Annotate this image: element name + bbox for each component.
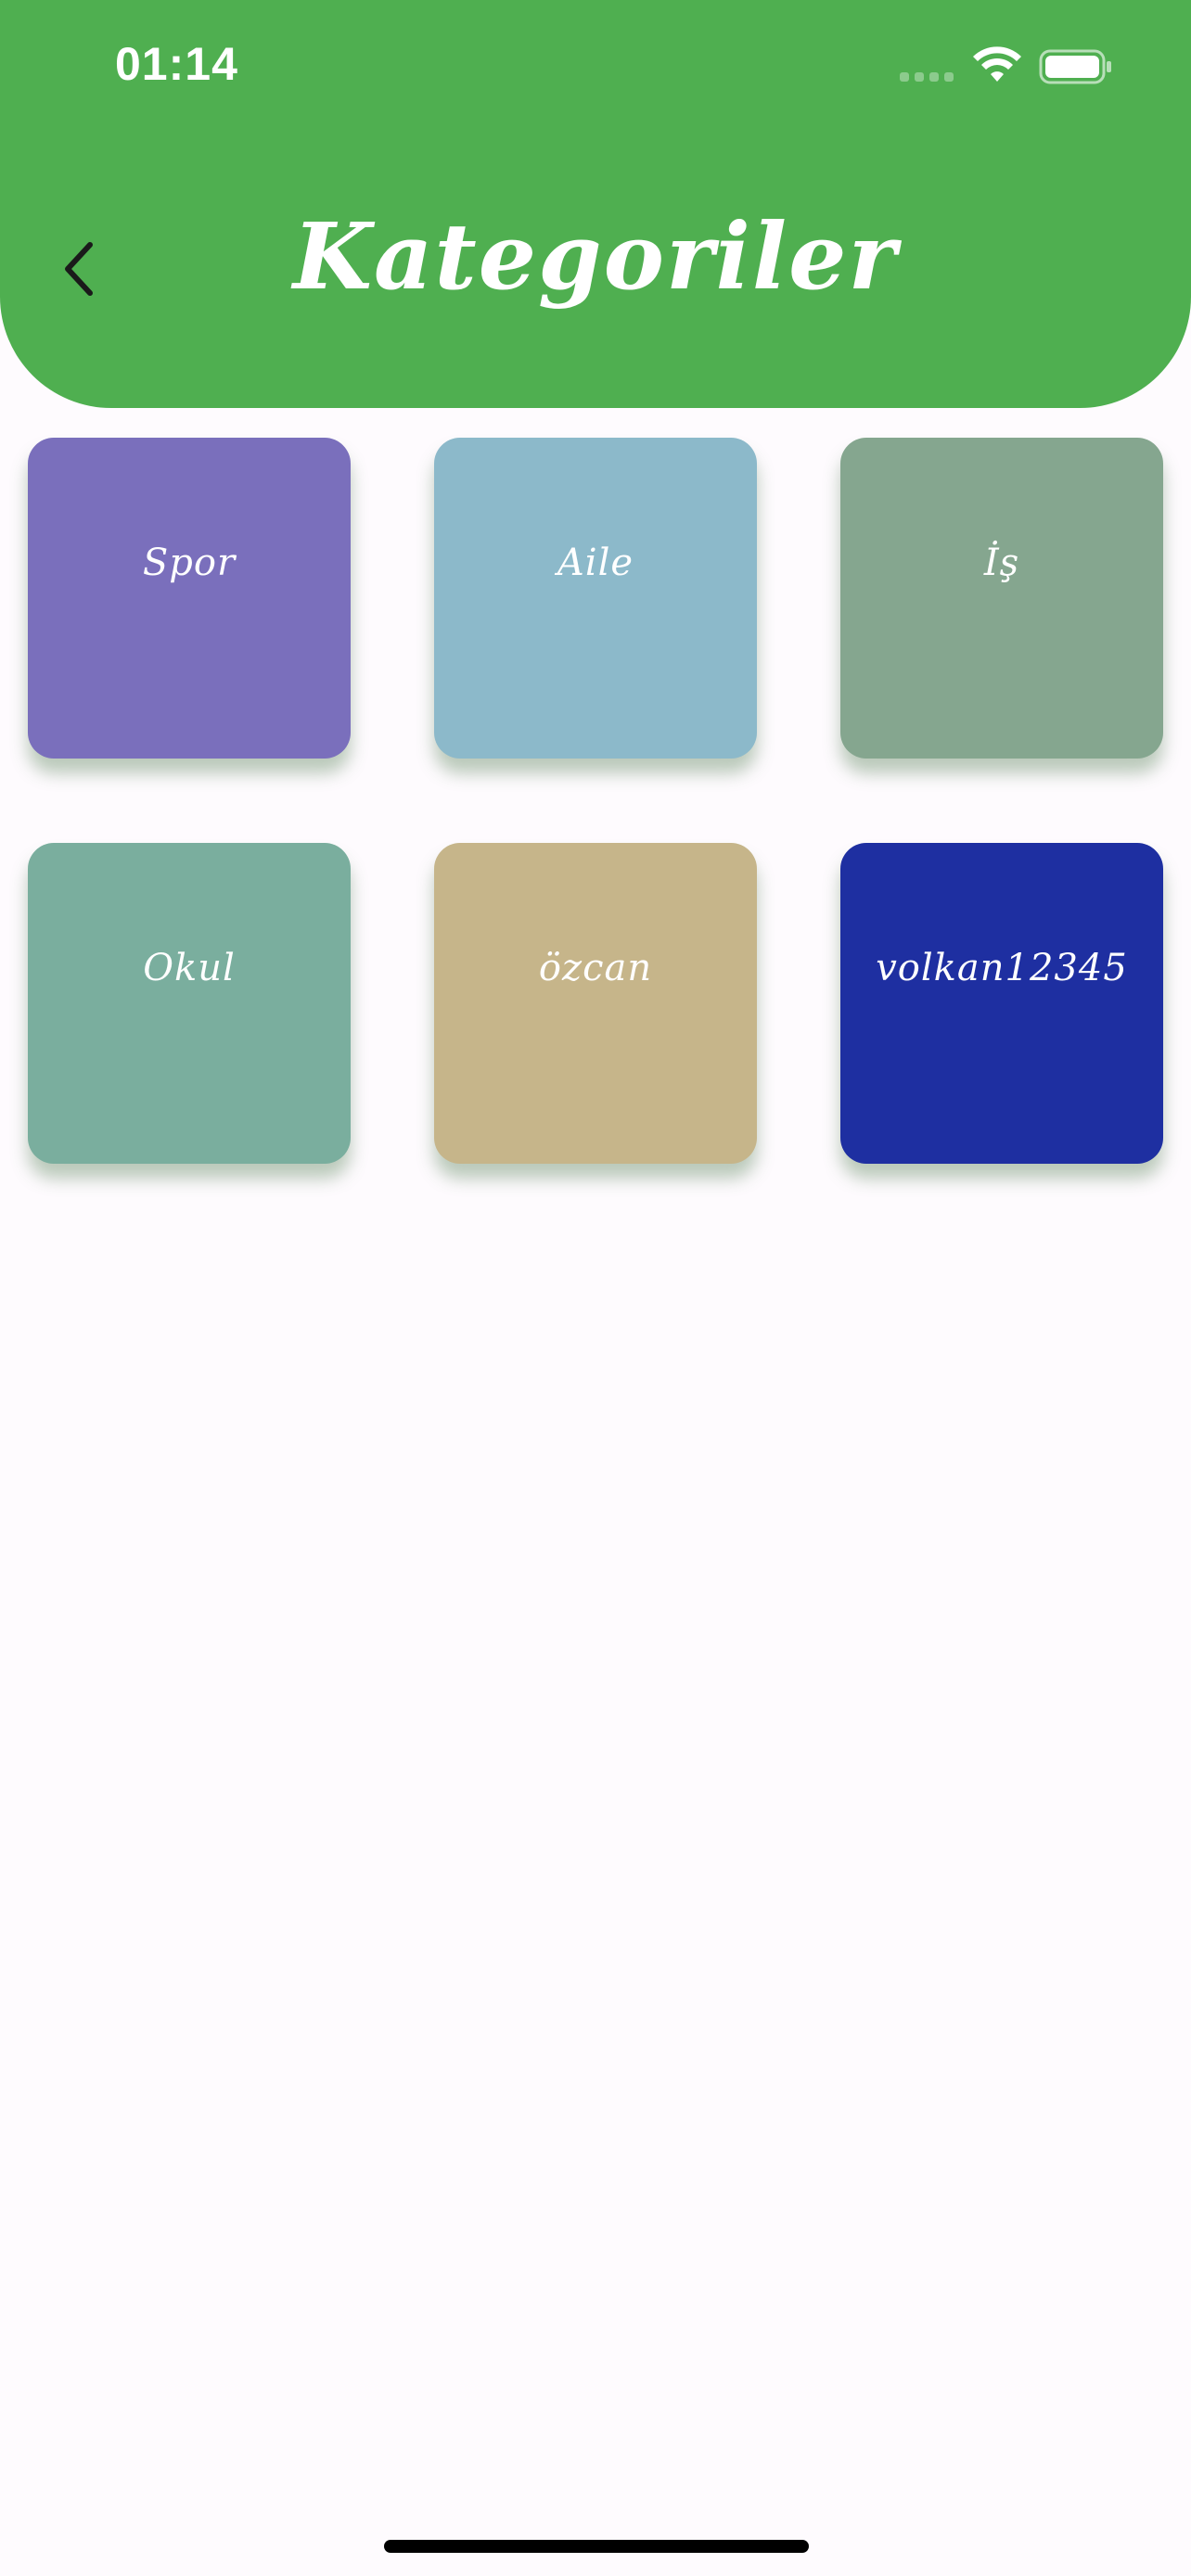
categories-screen: 01:14 Kategoriler Spor Aile İş Okul özca… — [0, 0, 1191, 2576]
cellular-signal-icon — [900, 72, 957, 83]
home-indicator[interactable] — [384, 2540, 809, 2553]
status-time: 01:14 — [115, 38, 238, 90]
category-label: volkan12345 — [876, 947, 1128, 989]
wifi-icon — [973, 46, 1021, 82]
category-label: İş — [983, 542, 1020, 584]
category-label: Okul — [143, 947, 236, 989]
page-title: Kategoriler — [292, 204, 899, 311]
category-label: Aile — [557, 542, 634, 584]
category-tile-ozcan[interactable]: özcan — [434, 843, 757, 1164]
category-label: Spor — [142, 542, 237, 584]
category-tile-aile[interactable]: Aile — [434, 438, 757, 759]
category-label: özcan — [538, 947, 653, 989]
category-tile-spor[interactable]: Spor — [28, 438, 351, 759]
battery-icon — [1039, 49, 1111, 84]
category-tile-is[interactable]: İş — [840, 438, 1163, 759]
category-tile-okul[interactable]: Okul — [28, 843, 351, 1164]
category-tile-volkan12345[interactable]: volkan12345 — [840, 843, 1163, 1164]
